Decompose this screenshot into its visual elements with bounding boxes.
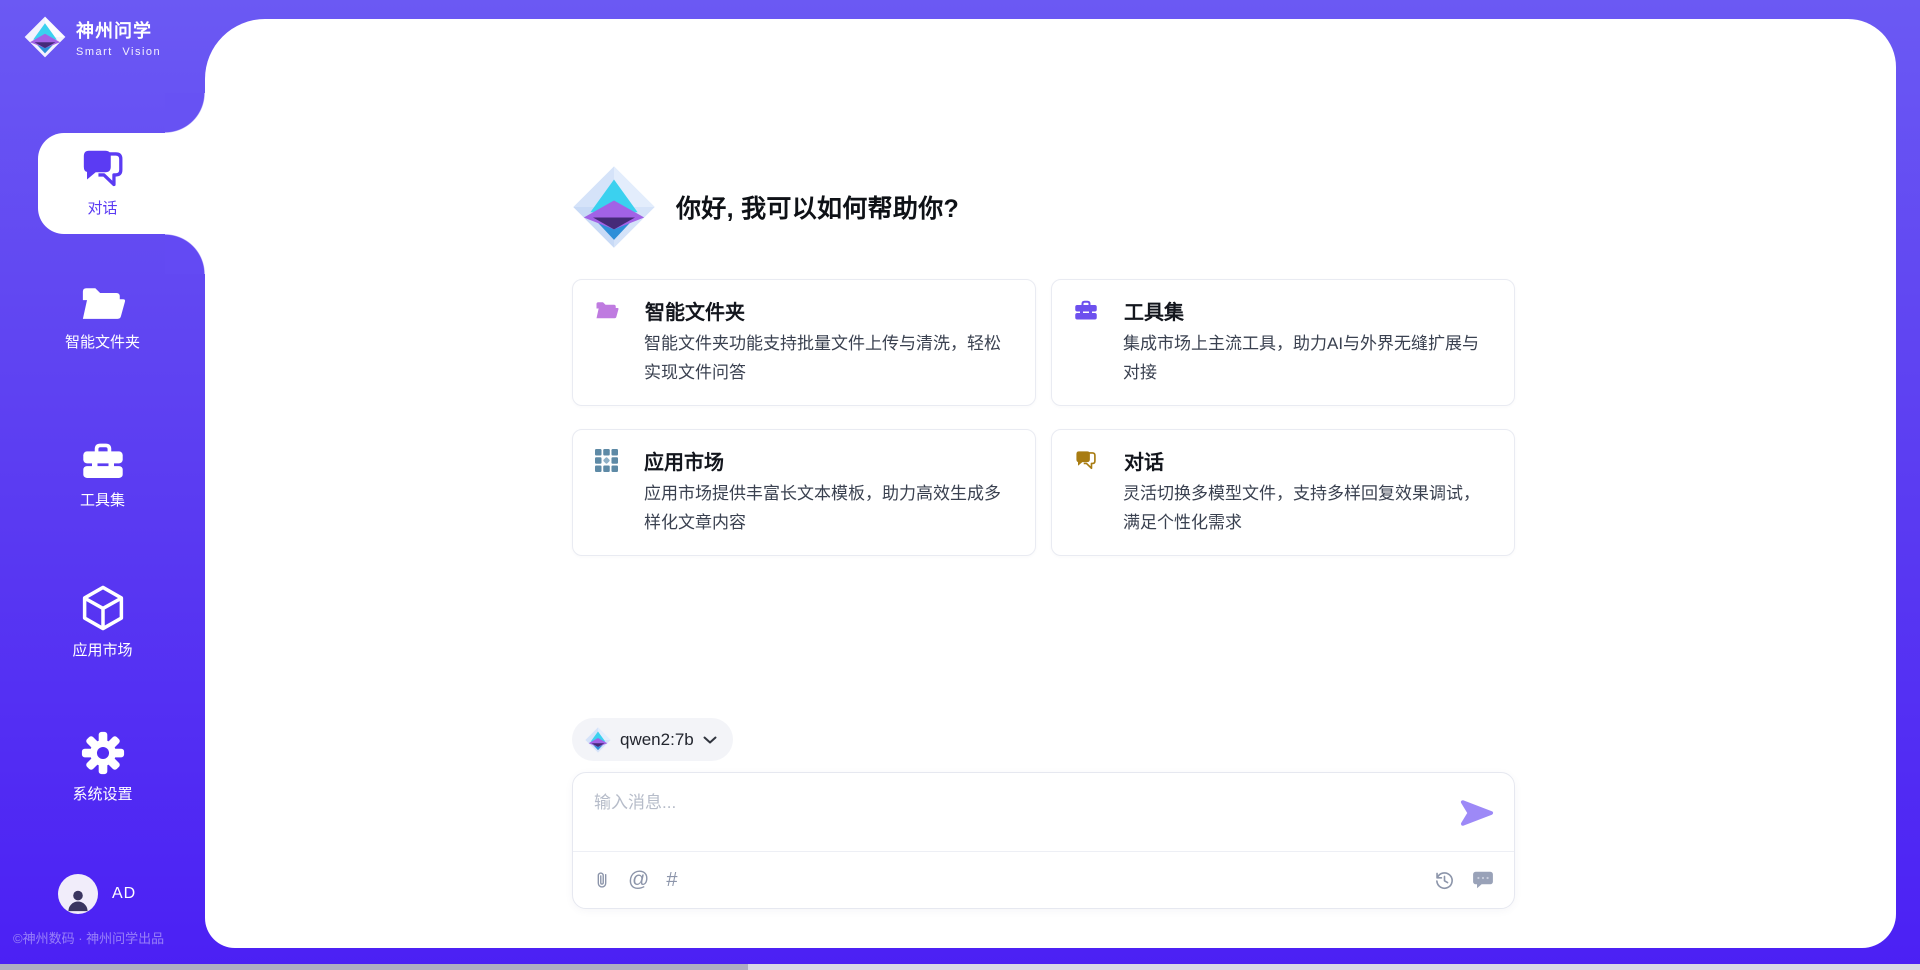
cube-icon xyxy=(82,584,124,632)
send-button[interactable] xyxy=(1460,798,1494,828)
card-smart-folder[interactable]: 智能文件夹 智能文件夹功能支持批量文件上传与清洗，轻松实现文件问答 xyxy=(572,279,1036,406)
copyright: ©神州数码 · 神州问学出品 xyxy=(13,928,164,947)
grid-icon xyxy=(595,449,618,472)
model-logo-icon xyxy=(585,727,611,753)
model-name: qwen2:7b xyxy=(620,730,694,750)
greeting-title: 你好, 我可以如何帮助你? xyxy=(676,189,959,225)
chevron-down-icon xyxy=(703,736,717,744)
user-profile[interactable]: AD xyxy=(58,874,136,914)
feature-cards: 智能文件夹 智能文件夹功能支持批量文件上传与清洗，轻松实现文件问答 xyxy=(572,279,1515,556)
card-toolset[interactable]: 工具集 集成市场上主流工具，助力AI与外界无缝扩展与对接 xyxy=(1051,279,1515,406)
toolbox-icon xyxy=(1074,300,1098,321)
card-title: 对话 xyxy=(1124,446,1164,475)
sidebar-item-smart-folder[interactable]: 智能文件夹 xyxy=(0,284,205,352)
horizontal-scrollbar[interactable] xyxy=(0,964,1920,970)
message-input[interactable] xyxy=(594,788,1434,846)
active-tab-fillet-top xyxy=(165,93,205,133)
card-title: 智能文件夹 xyxy=(645,296,745,325)
main-content-panel: 你好, 我可以如何帮助你? 智能文件夹 智能文件夹功能支持批量文件上传与清洗，轻… xyxy=(205,19,1896,948)
card-title: 工具集 xyxy=(1124,296,1184,325)
sidebar-item-label: 系统设置 xyxy=(72,783,132,804)
sidebar-item-label: 应用市场 xyxy=(72,639,132,660)
user-name: AD xyxy=(112,885,136,903)
card-description: 集成市场上主流工具，助力AI与外界无缝扩展与对接 xyxy=(1123,329,1494,387)
toolbox-icon xyxy=(81,441,125,482)
horizontal-scrollbar-thumb[interactable] xyxy=(0,964,748,970)
card-app-market[interactable]: 应用市场 应用市场提供丰富长文本模板，助力高效生成多样化文章内容 xyxy=(572,429,1036,556)
sidebar-item-settings[interactable]: 系统设置 xyxy=(0,730,205,804)
avatar xyxy=(58,874,98,914)
active-tab-fillet-bottom xyxy=(165,234,205,274)
gear-icon xyxy=(80,730,126,776)
sidebar-item-app-market[interactable]: 应用市场 xyxy=(0,584,205,660)
card-description: 智能文件夹功能支持批量文件上传与清洗，轻松实现文件问答 xyxy=(644,329,1015,387)
card-chat[interactable]: 对话 灵活切换多模型文件，支持多样回复效果调试，满足个性化需求 xyxy=(1051,429,1515,556)
brand-logo-icon xyxy=(24,16,66,58)
sidebar-item-chat[interactable]: 对话 xyxy=(0,148,205,218)
composer-toolbar: @ # xyxy=(573,852,1514,908)
brand-name: 神州问学 xyxy=(76,17,161,43)
sidebar-item-toolset[interactable]: 工具集 xyxy=(0,441,205,510)
sidebar: 神州问学 Smart Vision 对话 智能文件夹 xyxy=(0,0,205,970)
sidebar-item-label: 工具集 xyxy=(80,489,125,510)
history-icon[interactable] xyxy=(1434,870,1455,891)
brand-subtitle: Smart Vision xyxy=(76,46,161,58)
message-composer: @ # xyxy=(572,772,1515,909)
hashtag-icon[interactable]: # xyxy=(666,869,677,892)
card-description: 应用市场提供丰富长文本模板，助力高效生成多样化文章内容 xyxy=(644,479,1015,537)
greeting-block: 你好, 我可以如何帮助你? xyxy=(572,165,1515,249)
card-description: 灵活切换多模型文件，支持多样回复效果调试，满足个性化需求 xyxy=(1123,479,1494,537)
mention-icon[interactable]: @ xyxy=(628,868,649,892)
sidebar-item-label: 对话 xyxy=(87,197,117,218)
sidebar-item-label: 智能文件夹 xyxy=(65,331,140,352)
chat-icon xyxy=(1074,450,1098,471)
folder-icon xyxy=(595,300,619,321)
attachment-icon[interactable] xyxy=(593,869,611,891)
chat-icon xyxy=(80,148,126,190)
feedback-bubble-icon[interactable] xyxy=(1472,870,1494,891)
brand: 神州问学 Smart Vision xyxy=(24,16,161,58)
card-title: 应用市场 xyxy=(644,446,724,475)
folder-icon xyxy=(80,284,126,324)
assistant-logo-icon xyxy=(572,165,656,249)
model-selector[interactable]: qwen2:7b xyxy=(572,718,733,761)
